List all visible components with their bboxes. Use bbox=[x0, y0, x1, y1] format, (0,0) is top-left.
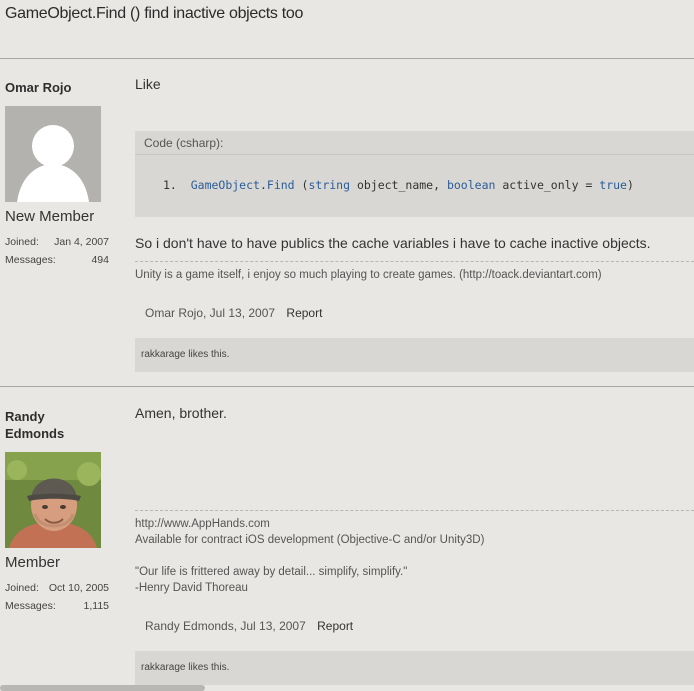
code-token: . bbox=[259, 178, 267, 192]
joined-stat: Joined: Oct 10, 2005 bbox=[5, 582, 109, 594]
report-link[interactable]: Report bbox=[286, 306, 322, 320]
post-meta: Randy Edmonds, Jul 13, 2007 Report bbox=[145, 619, 353, 633]
message-text: So i don't have to have publics the cach… bbox=[135, 235, 651, 251]
messages-label: Messages: bbox=[5, 254, 56, 266]
joined-label: Joined: bbox=[5, 236, 39, 248]
code-token: active_only = bbox=[495, 178, 600, 192]
line-number: 1. bbox=[163, 178, 177, 192]
message-text: Amen, brother. bbox=[135, 405, 227, 421]
username[interactable]: Randy Edmonds bbox=[5, 408, 64, 442]
code-token: ( bbox=[294, 178, 309, 192]
signature: Unity is a game itself, i enjoy so much … bbox=[135, 269, 602, 281]
messages-count[interactable]: 1,115 bbox=[84, 600, 110, 612]
joined-date: Oct 10, 2005 bbox=[48, 582, 109, 594]
joined-stat: Joined: Jan 4, 2007 bbox=[5, 236, 109, 248]
report-link[interactable]: Report bbox=[317, 619, 353, 633]
user-title: New Member bbox=[5, 208, 95, 225]
username-line: Randy bbox=[5, 409, 45, 424]
signature-line: -Henry David Thoreau bbox=[135, 582, 248, 594]
user-title: Member bbox=[5, 554, 61, 571]
thread-title: GameObject.Find () find inactive objects… bbox=[5, 5, 304, 22]
author-date-link[interactable]: Omar Rojo, Jul 13, 2007 bbox=[145, 306, 275, 320]
code-token: string bbox=[308, 178, 351, 192]
messages-count[interactable]: 494 bbox=[91, 254, 109, 266]
messages-stat: Messages: 1,115 bbox=[5, 600, 109, 612]
joined-label: Joined: bbox=[5, 582, 39, 594]
signature-line bbox=[135, 548, 484, 564]
signature-divider bbox=[135, 510, 694, 511]
likes-bar[interactable]: rakkarage likes this. bbox=[135, 338, 694, 372]
code-line[interactable]: 1. GameObject.Find (string object_name, … bbox=[163, 178, 634, 192]
code-token: object_name, bbox=[350, 178, 447, 192]
avatar[interactable] bbox=[5, 452, 101, 548]
username-line: Edmonds bbox=[5, 426, 65, 441]
code-token: true bbox=[599, 178, 627, 192]
joined-date: Jan 4, 2007 bbox=[54, 236, 109, 248]
signature-link[interactable]: http://www.AppHands.com bbox=[135, 516, 484, 532]
code-header: Code (csharp): bbox=[135, 131, 694, 155]
horizontal-scrollbar[interactable] bbox=[0, 685, 205, 691]
username[interactable]: Omar Rojo bbox=[5, 79, 71, 96]
signature: http://www.AppHands.com Available for co… bbox=[135, 516, 484, 596]
signature-divider bbox=[135, 261, 694, 262]
messages-label: Messages: bbox=[5, 600, 56, 612]
author-date-link[interactable]: Randy Edmonds, Jul 13, 2007 bbox=[145, 619, 306, 633]
code-token: ) bbox=[626, 178, 634, 192]
code-token: GameObject bbox=[190, 178, 260, 192]
signature-line: Available for contract iOS development (… bbox=[135, 534, 485, 546]
divider bbox=[0, 386, 694, 387]
default-avatar-icon[interactable] bbox=[5, 106, 101, 202]
code-block: Code (csharp): 1. GameObject.Find (strin… bbox=[135, 131, 694, 217]
messages-stat: Messages: 494 bbox=[5, 254, 109, 266]
message-text: Like bbox=[135, 76, 161, 92]
post-meta: Omar Rojo, Jul 13, 2007 Report bbox=[145, 306, 322, 320]
code-token: boolean bbox=[446, 178, 496, 192]
code-token: Find bbox=[266, 178, 295, 192]
signature-line: "Our life is frittered away by detail...… bbox=[135, 566, 408, 578]
divider bbox=[0, 58, 694, 59]
likes-bar[interactable]: rakkarage likes this. bbox=[135, 651, 694, 685]
